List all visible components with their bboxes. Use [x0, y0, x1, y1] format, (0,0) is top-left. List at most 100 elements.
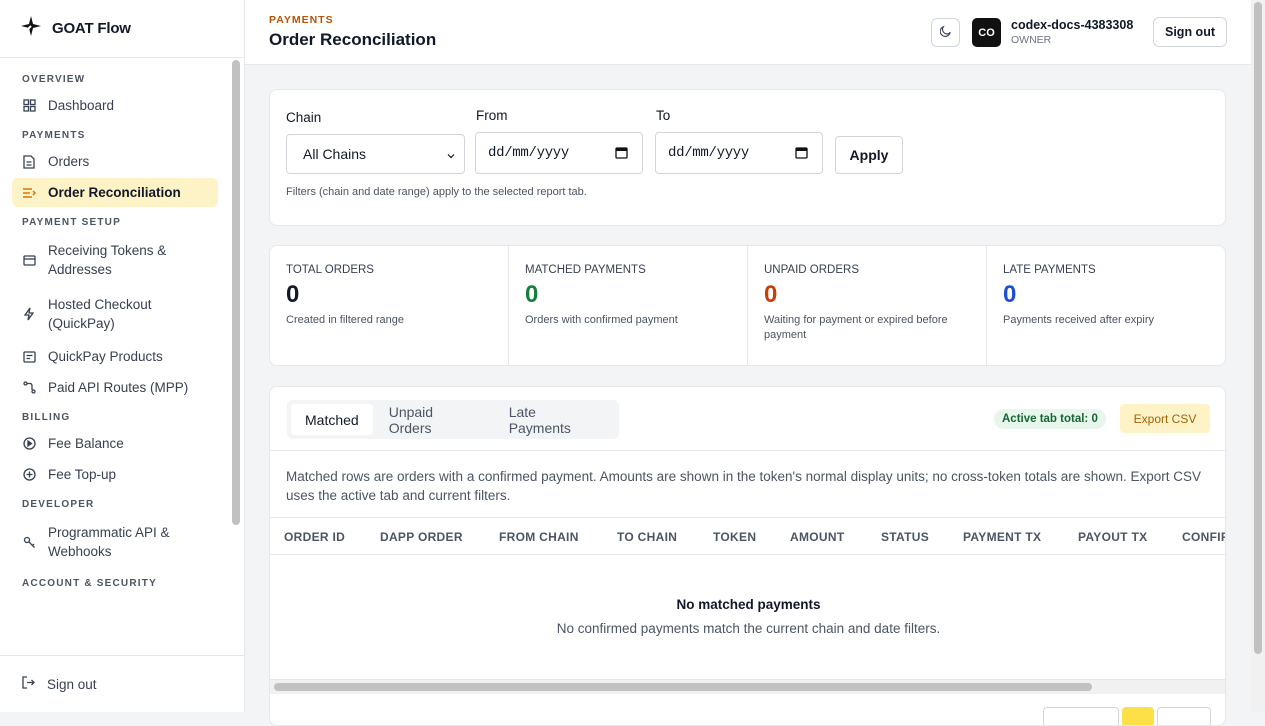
stat-label: TOTAL ORDERS [286, 264, 374, 276]
chain-select-value: All Chains [303, 146, 367, 162]
from-date-input[interactable]: dd/mm/yyyy [475, 132, 643, 174]
report-tabs: Matched Unpaid Orders Late Payments [287, 400, 619, 439]
column-header[interactable]: PAYOUT TX [1078, 530, 1147, 544]
calendar-icon[interactable] [615, 146, 628, 164]
from-label: From [476, 108, 508, 123]
sign-out-label: Sign out [47, 676, 97, 692]
sidebar-item-label: Order Reconciliation [48, 185, 181, 200]
topbar: PAYMENTS Order Reconciliation CO codex-d… [245, 0, 1251, 65]
sidebar-item-label: Receiving Tokens & Addresses [48, 241, 166, 279]
table-header: ORDER ID DAPP ORDER FROM CHAIN TO CHAIN … [270, 517, 1225, 555]
column-header[interactable]: AMOUNT [790, 530, 844, 544]
stat-matched-payments: MATCHED PAYMENTS 0 Orders with confirmed… [509, 246, 748, 365]
stat-desc: Orders with confirmed payment [525, 314, 678, 326]
chevron-down-icon [446, 148, 456, 164]
grid-icon [22, 99, 36, 113]
divider [270, 450, 1225, 451]
sign-out-button[interactable]: Sign out [1153, 17, 1227, 47]
brand[interactable]: GOAT Flow [0, 0, 244, 58]
pagination-next-button[interactable] [1157, 707, 1211, 725]
export-csv-button[interactable]: Export CSV [1120, 404, 1210, 433]
key-icon [22, 535, 36, 549]
tab-unpaid-orders[interactable]: Unpaid Orders [375, 404, 493, 436]
label-line-2: Webhooks [48, 544, 112, 559]
sidebar: GOAT Flow OVERVIEW Dashboard PAYMENTS Or… [0, 0, 245, 712]
sidebar-scrollbar[interactable] [232, 60, 240, 525]
column-header[interactable]: ORDER ID [284, 530, 345, 544]
stat-desc: Waiting for payment or expired before pa… [764, 314, 948, 341]
sidebar-item-order-reconciliation[interactable]: Order Reconciliation [12, 178, 218, 207]
stat-label: MATCHED PAYMENTS [525, 264, 646, 276]
table-horizontal-scrollbar[interactable] [270, 679, 1225, 694]
tab-late-payments[interactable]: Late Payments [495, 404, 615, 436]
column-header[interactable]: TO CHAIN [617, 530, 677, 544]
label-line-2: Addresses [48, 262, 112, 277]
stat-total-orders: TOTAL ORDERS 0 Created in filtered range [270, 246, 509, 365]
page-scrollbar[interactable] [1251, 0, 1265, 712]
calendar-icon[interactable] [795, 146, 808, 164]
page-kicker: PAYMENTS [269, 14, 334, 26]
column-header[interactable]: CONFIR [1182, 530, 1225, 544]
apply-button[interactable]: Apply [835, 136, 903, 174]
section-payment-setup: PAYMENT SETUP [22, 217, 121, 228]
stat-desc: Payments received after expiry [1003, 314, 1155, 326]
label-line-1: Receiving Tokens & [48, 243, 167, 258]
section-overview: OVERVIEW [22, 74, 86, 85]
stat-value: 0 [1003, 281, 1017, 308]
moon-icon [939, 24, 952, 42]
sidebar-item-programmatic-api[interactable]: Programmatic API & Webhooks [12, 516, 218, 568]
pagination-prev-button[interactable] [1043, 707, 1119, 725]
to-date-input[interactable]: dd/mm/yyyy [655, 132, 823, 174]
sidebar-item-label: Programmatic API & Webhooks [48, 523, 170, 561]
sidebar-item-orders[interactable]: Orders [12, 147, 218, 176]
section-billing: BILLING [22, 412, 71, 423]
sidebar-item-label: Hosted Checkout (QuickPay) [48, 295, 152, 333]
sidebar-item-dashboard[interactable]: Dashboard [12, 91, 218, 120]
column-header[interactable]: FROM CHAIN [499, 530, 579, 544]
filters-card: Chain All Chains From dd/mm/yyyy To dd/m… [269, 89, 1226, 226]
stats-card: TOTAL ORDERS 0 Created in filtered range… [269, 245, 1226, 366]
sidebar-item-fee-balance[interactable]: Fee Balance [12, 429, 218, 458]
stat-late-payments: LATE PAYMENTS 0 Payments received after … [987, 246, 1225, 365]
report-note: Matched rows are orders with a confirmed… [286, 469, 1202, 503]
report-card: Matched Unpaid Orders Late Payments Acti… [269, 386, 1226, 726]
table-scrollbar-thumb[interactable] [274, 683, 1092, 691]
column-header[interactable]: STATUS [881, 530, 929, 544]
brand-name: GOAT Flow [52, 20, 131, 37]
section-account-security: ACCOUNT & SECURITY [22, 578, 157, 589]
route-icon [22, 381, 36, 395]
active-tab-total-badge: Active tab total: 0 [994, 409, 1106, 429]
page-scrollbar-thumb[interactable] [1254, 2, 1262, 654]
stat-label: LATE PAYMENTS [1003, 264, 1096, 276]
sidebar-item-label: QuickPay Products [48, 349, 163, 364]
plus-circle-icon [22, 468, 36, 482]
label-line-2: (QuickPay) [48, 316, 115, 331]
column-header[interactable]: DAPP ORDER [380, 530, 463, 544]
chain-select[interactable]: All Chains [286, 134, 465, 174]
column-header[interactable]: PAYMENT TX [963, 530, 1041, 544]
sidebar-item-hosted-checkout[interactable]: Hosted Checkout (QuickPay) [12, 288, 218, 340]
theme-toggle-button[interactable] [931, 18, 960, 47]
sidebar-item-paid-api-routes[interactable]: Paid API Routes (MPP) [12, 373, 218, 402]
avatar[interactable]: CO [972, 18, 1001, 47]
empty-state-subtitle: No confirmed payments match the current … [556, 621, 941, 636]
from-date-value: dd/mm/yyyy [488, 145, 570, 161]
sidebar-nav: OVERVIEW Dashboard PAYMENTS Orders Order… [0, 58, 230, 655]
section-payments: PAYMENTS [22, 130, 86, 141]
sidebar-item-fee-topup[interactable]: Fee Top-up [12, 460, 218, 489]
label-line-1: Hosted Checkout [48, 297, 152, 312]
sidebar-item-label: Dashboard [48, 98, 115, 113]
stat-value: 0 [286, 281, 300, 308]
sidebar-item-receiving-tokens[interactable]: Receiving Tokens & Addresses [12, 234, 218, 286]
sidebar-item-label: Orders [48, 154, 90, 169]
tab-matched[interactable]: Matched [291, 404, 373, 435]
pagination-current-page[interactable] [1122, 707, 1154, 725]
user-name: codex-docs-4383308 [1011, 18, 1134, 32]
sidebar-item-quickpay-products[interactable]: QuickPay Products [12, 342, 218, 371]
sidebar-item-label: Fee Top-up [48, 467, 117, 482]
sidebar-sign-out[interactable]: Sign out [0, 655, 245, 712]
stat-label: UNPAID ORDERS [764, 264, 859, 276]
bolt-icon [22, 307, 36, 321]
column-header[interactable]: TOKEN [713, 530, 756, 544]
sign-out-icon [22, 676, 35, 692]
